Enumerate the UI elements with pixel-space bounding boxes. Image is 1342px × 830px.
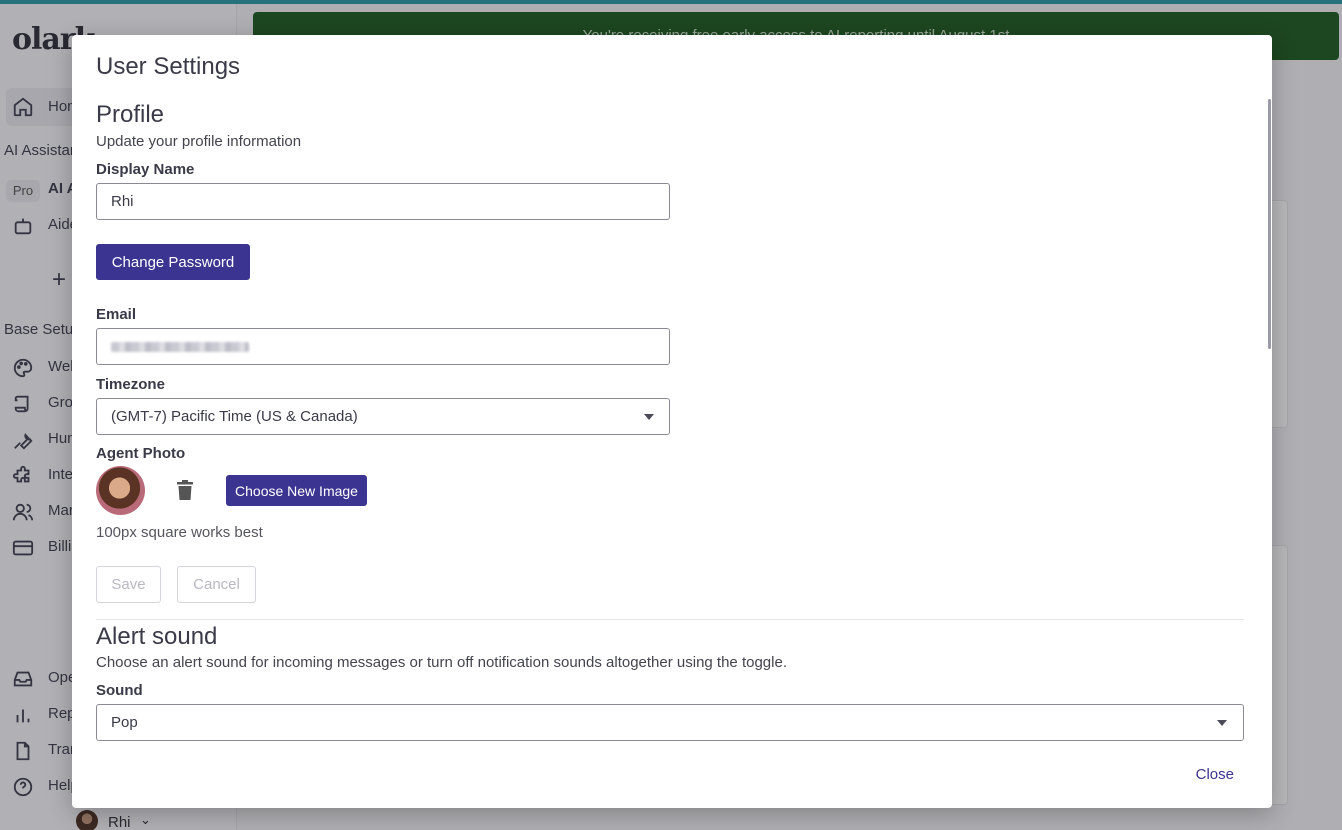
alert-sound-section-title: Alert sound [96, 623, 218, 650]
close-button[interactable]: Close [1196, 766, 1234, 783]
modal-scrollbar[interactable] [1268, 99, 1271, 349]
change-password-button[interactable]: Change Password [96, 244, 250, 280]
choose-new-image-button[interactable]: Choose New Image [226, 475, 367, 506]
profile-section-title: Profile [96, 101, 165, 128]
display-name-input[interactable]: Rhi [96, 183, 670, 220]
trash-icon[interactable] [177, 480, 193, 500]
section-divider [96, 619, 1244, 620]
email-input[interactable] [96, 328, 670, 365]
agent-photo-label: Agent Photo [96, 445, 186, 462]
timezone-label: Timezone [96, 376, 165, 393]
chevron-down-icon [1217, 720, 1227, 726]
user-settings-modal: User Settings Profile Update your profil… [72, 35, 1272, 808]
photo-hint: 100px square works best [96, 524, 263, 541]
profile-section-subtitle: Update your profile information [96, 133, 302, 150]
timezone-value: (GMT-7) Pacific Time (US & Canada) [111, 408, 358, 425]
email-label: Email [96, 306, 137, 323]
sound-select[interactable]: Pop [96, 704, 1244, 741]
cancel-button[interactable]: Cancel [177, 566, 256, 603]
timezone-select[interactable]: (GMT-7) Pacific Time (US & Canada) [96, 398, 670, 435]
agent-photo-avatar [96, 466, 145, 515]
alert-sound-subtitle: Choose an alert sound for incoming messa… [96, 654, 787, 671]
modal-title: User Settings [96, 53, 241, 80]
chevron-down-icon [644, 414, 654, 420]
sound-label: Sound [96, 682, 143, 699]
save-button[interactable]: Save [96, 566, 161, 603]
sound-value: Pop [111, 714, 138, 731]
redacted-email [111, 342, 249, 352]
display-name-label: Display Name [96, 161, 195, 178]
